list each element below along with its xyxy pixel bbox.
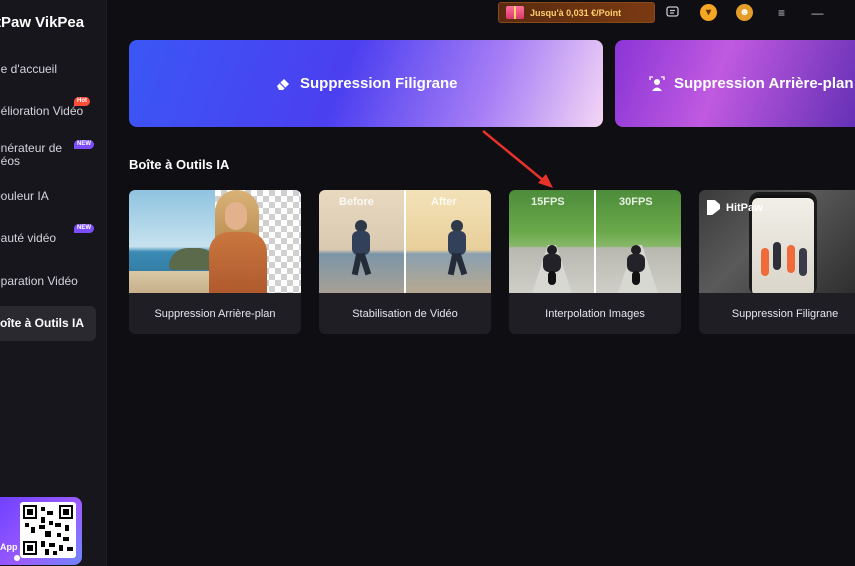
before-tag: Before (339, 196, 374, 208)
sidebar-item-home[interactable]: ge d'accueil (0, 63, 57, 76)
tool-card-video-stabilization[interactable]: Before After Stabilisation de Vidéo (319, 190, 491, 334)
card-label: Interpolation Images (545, 307, 645, 320)
sidebar-item-video-beauty[interactable]: eauté vidéo (0, 232, 56, 245)
banner-background-removal[interactable]: Suppression Arrière-plan (615, 40, 855, 127)
tool-card-watermark-removal[interactable]: HitPaw Suppression Filigrane (699, 190, 855, 334)
tool-card-background-removal[interactable]: Suppression Arrière-plan (129, 190, 301, 334)
card-label: Suppression Filigrane (731, 307, 839, 320)
top-bar: Jusqu'à 0,031 €/Point ▾ ☻ ≡ — (107, 0, 855, 25)
watermark-removal-thumbnail: HitPaw (699, 190, 855, 293)
video-stabilization-thumbnail: Before After (319, 190, 491, 293)
hot-badge: Hot (74, 97, 90, 106)
person-scan-icon (649, 75, 665, 92)
sidebar-item-label: éparation Vidéo (0, 274, 78, 288)
eraser-icon (275, 76, 291, 92)
hitpaw-logo-icon (707, 200, 720, 215)
sidebar-item-label: eauté vidéo (0, 231, 57, 245)
card-label: Stabilisation de Vidéo (352, 307, 458, 320)
app-download-label: App (0, 542, 18, 552)
banner-title: Suppression Filigrane (275, 75, 458, 92)
new-badge: NEW (74, 140, 94, 149)
sidebar-item-label: oîte à Outils IA (0, 316, 85, 330)
new-badge: NEW (74, 224, 94, 233)
sidebar-item-video-repair[interactable]: éparation Vidéo (0, 275, 78, 288)
carousel-dot[interactable] (14, 555, 20, 561)
frame-interpolation-thumbnail: 15FPS 30FPS (509, 190, 681, 293)
banner-title-text: Suppression Arrière-plan (674, 75, 854, 92)
minimize-icon[interactable]: — (809, 4, 826, 21)
fps-after-tag: 30FPS (619, 196, 653, 208)
gift-icon (506, 6, 524, 19)
hitpaw-logo: HitPaw (707, 200, 763, 215)
promo-text: Jusqu'à 0,031 €/Point (530, 8, 622, 18)
user-avatar-icon[interactable]: ☻ (736, 4, 753, 21)
qr-code-icon (20, 502, 76, 558)
after-tag: After (431, 196, 457, 208)
app-window: tPaw VikPea ge d'accueil nélioration Vid… (0, 0, 855, 566)
banner-title: Suppression Arrière-plan (649, 75, 854, 92)
sidebar-item-generator[interactable]: énérateur de déos (0, 142, 62, 168)
brand-watermark: HitPaw (726, 201, 763, 214)
sidebar-item-label: bouleur IA (0, 189, 49, 203)
background-removal-thumbnail (129, 190, 301, 293)
sidebar-item-colorizer[interactable]: bouleur IA (0, 190, 49, 203)
sidebar-item-label: nélioration Vidéo (0, 104, 84, 118)
app-download-card[interactable]: App (0, 497, 82, 565)
message-icon[interactable] (664, 4, 681, 21)
sidebar-item-video-enhance[interactable]: nélioration Vidéo (0, 105, 83, 118)
sidebar-item-ai-toolbox[interactable]: oîte à Outils IA (0, 306, 96, 341)
promo-banner[interactable]: Jusqu'à 0,031 €/Point (498, 2, 655, 23)
menu-icon[interactable]: ≡ (773, 4, 790, 21)
sidebar: tPaw VikPea ge d'accueil nélioration Vid… (0, 0, 107, 566)
section-title: Boîte à Outils IA (129, 157, 230, 172)
sidebar-item-label-line2: déos (0, 154, 21, 168)
card-label: Suppression Arrière-plan (154, 307, 276, 320)
sidebar-item-label: ge d'accueil (0, 62, 57, 76)
banner-watermark-removal[interactable]: Suppression Filigrane (129, 40, 603, 127)
banner-title-text: Suppression Filigrane (300, 75, 458, 92)
fps-before-tag: 15FPS (531, 196, 565, 208)
app-title: tPaw VikPea (0, 14, 85, 31)
tool-card-frame-interpolation[interactable]: 15FPS 30FPS Interpolation Images (509, 190, 681, 334)
cart-icon[interactable]: ▾ (700, 4, 717, 21)
main-content: Suppression Filigrane Suppression Arrièr… (107, 25, 855, 566)
